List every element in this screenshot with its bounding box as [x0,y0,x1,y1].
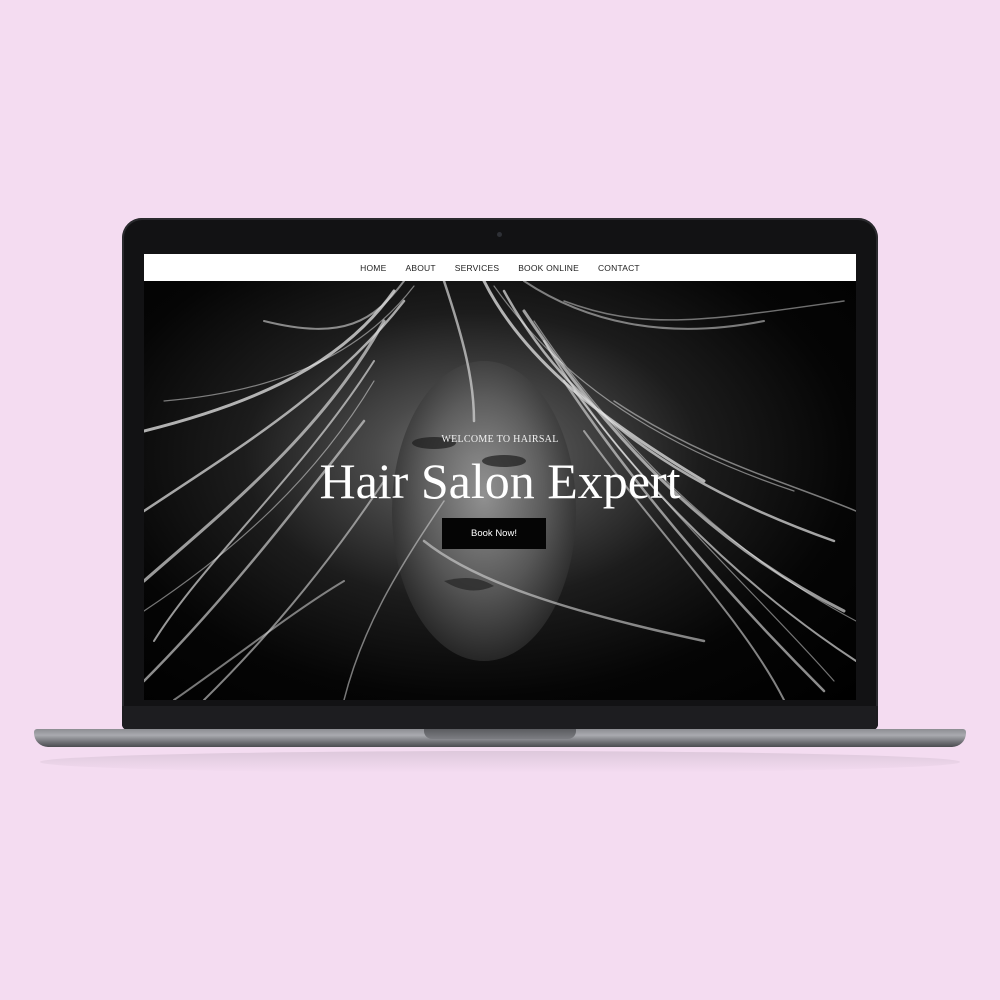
hero-title: Hair Salon Expert [319,453,681,509]
laptop-reflection [40,751,960,773]
lid-bottom-bezel [122,706,878,730]
laptop-lid: HOME ABOUT SERVICES BOOK ONLINE CONTACT [122,218,878,730]
nav-item-services[interactable]: SERVICES [455,263,499,273]
webcam-icon [497,232,502,237]
nav-item-contact[interactable]: CONTACT [598,263,640,273]
mockup-stage: HOME ABOUT SERVICES BOOK ONLINE CONTACT [0,0,1000,1000]
nav-item-home[interactable]: HOME [360,263,386,273]
laptop-opening-notch [424,729,576,739]
site-nav: HOME ABOUT SERVICES BOOK ONLINE CONTACT [144,254,856,281]
laptop-base [34,729,966,747]
hero-section: WELCOME TO HAIRSAL Hair Salon Expert Boo… [144,281,856,700]
nav-item-about[interactable]: ABOUT [405,263,435,273]
laptop-screen: HOME ABOUT SERVICES BOOK ONLINE CONTACT [144,254,856,700]
book-now-button[interactable]: Book Now! [442,518,546,549]
nav-item-book-online[interactable]: BOOK ONLINE [518,263,579,273]
hero-kicker: WELCOME TO HAIRSAL [441,434,559,445]
